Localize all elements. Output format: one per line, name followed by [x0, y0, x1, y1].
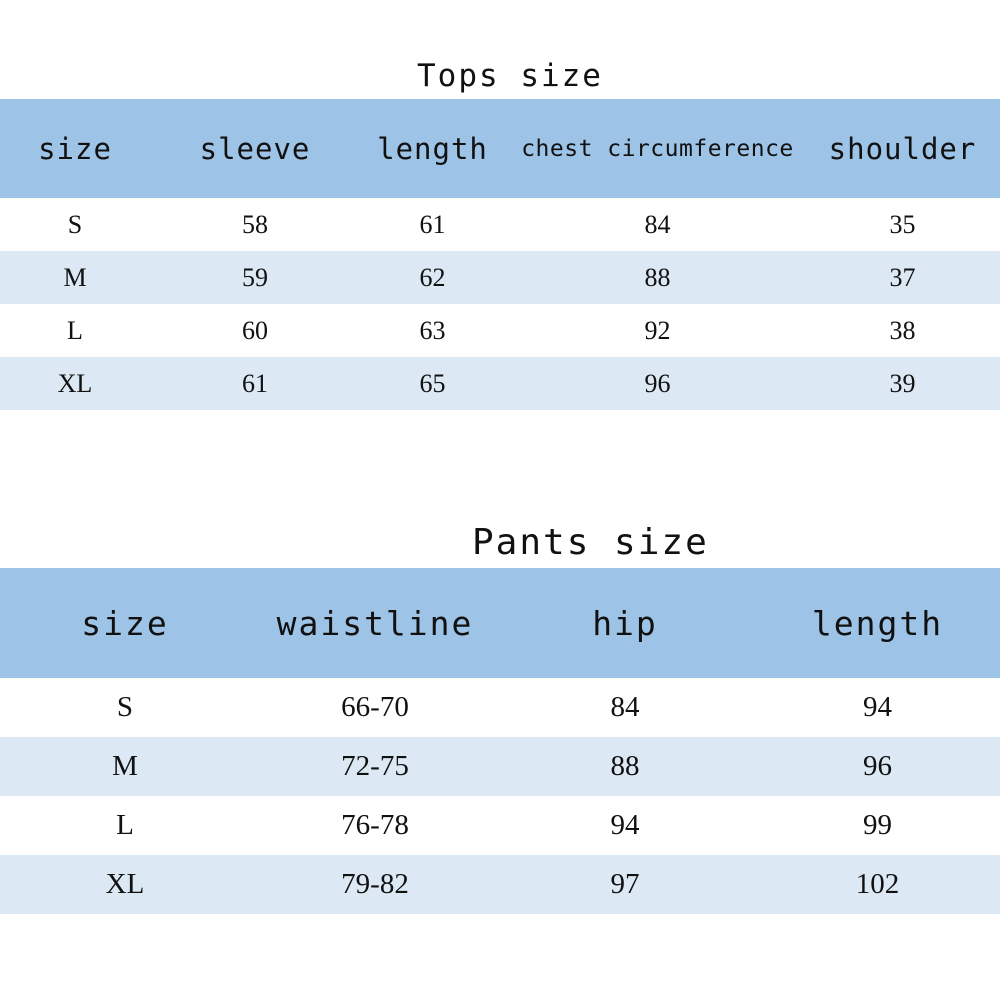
tops-header-shoulder: shoulder — [828, 131, 977, 166]
tops-header-chest-circumference: chest circumference — [521, 135, 794, 162]
table-row: XL 61 65 96 39 — [0, 357, 1000, 410]
table-row: M 59 62 88 37 — [0, 251, 1000, 304]
tops-cell-size: M — [63, 262, 87, 292]
pants-header-length: length — [811, 603, 944, 643]
pants-cell-waistline: 76-78 — [341, 809, 409, 841]
tops-header-length: length — [377, 131, 488, 166]
tops-cell-length: 65 — [419, 368, 446, 398]
tops-cell-sleeve: 58 — [242, 209, 268, 239]
tops-size-title-text: Tops size — [417, 58, 603, 94]
pants-cell-hip: 97 — [610, 868, 640, 900]
tops-cell-length: 61 — [419, 209, 446, 239]
pants-cell-size: M — [112, 750, 138, 782]
pants-header-waistline: waistline — [276, 603, 474, 643]
tops-cell-shoulder: 35 — [889, 209, 916, 239]
pants-cell-size: L — [116, 809, 134, 841]
tops-cell-shoulder: 39 — [889, 368, 916, 398]
pants-cell-length: 96 — [863, 750, 892, 782]
pants-size-title-text: Pants size — [472, 522, 709, 563]
pants-cell-length: 102 — [855, 868, 900, 900]
tops-header-sleeve: sleeve — [199, 131, 311, 166]
pants-cell-size: XL — [105, 868, 145, 900]
pants-cell-hip: 88 — [610, 750, 640, 782]
table-row: L 60 63 92 38 — [0, 304, 1000, 357]
pants-cell-waistline: 72-75 — [341, 750, 409, 782]
table-row: L 76-78 94 99 — [0, 796, 1000, 855]
pants-cell-waistline: 66-70 — [341, 691, 409, 723]
table-row: XL 79-82 97 102 — [0, 855, 1000, 914]
tops-cell-sleeve: 60 — [242, 315, 268, 345]
tops-cell-size: S — [67, 209, 83, 239]
tops-cell-chest: 96 — [644, 368, 671, 398]
pants-header-size: size — [81, 603, 169, 643]
table-row: S 66-70 84 94 — [0, 678, 1000, 737]
tops-cell-chest: 84 — [644, 209, 671, 239]
tops-cell-sleeve: 61 — [242, 368, 268, 398]
pants-header-hip: hip — [592, 603, 658, 643]
tops-cell-shoulder: 38 — [889, 315, 916, 345]
table-row: S 58 61 84 35 — [0, 198, 1000, 251]
pants-cell-length: 94 — [863, 691, 892, 723]
tops-cell-size: L — [67, 315, 83, 345]
pants-size-table: size waistline hip length S 66-70 84 94 … — [0, 568, 1000, 915]
pants-cell-hip: 84 — [610, 691, 640, 723]
tops-header-row: size sleeve length chest circumference s… — [0, 99, 1000, 198]
tops-cell-chest: 92 — [644, 315, 671, 345]
tops-cell-sleeve: 59 — [242, 262, 268, 292]
tops-header-size: size — [38, 131, 112, 166]
pants-cell-hip: 94 — [610, 809, 640, 841]
tops-cell-chest: 88 — [644, 262, 671, 292]
pants-header-row: size waistline hip length — [0, 568, 1000, 678]
pants-cell-waistline: 79-82 — [341, 868, 409, 900]
tops-size-table: size sleeve length chest circumference s… — [0, 99, 1000, 410]
table-row: M 72-75 88 96 — [0, 737, 1000, 796]
tops-cell-length: 62 — [419, 262, 446, 292]
tops-cell-length: 63 — [419, 315, 446, 345]
pants-cell-length: 99 — [863, 809, 892, 841]
tops-cell-size: XL — [57, 368, 93, 398]
tops-cell-shoulder: 37 — [889, 262, 916, 292]
pants-cell-size: S — [116, 691, 134, 723]
